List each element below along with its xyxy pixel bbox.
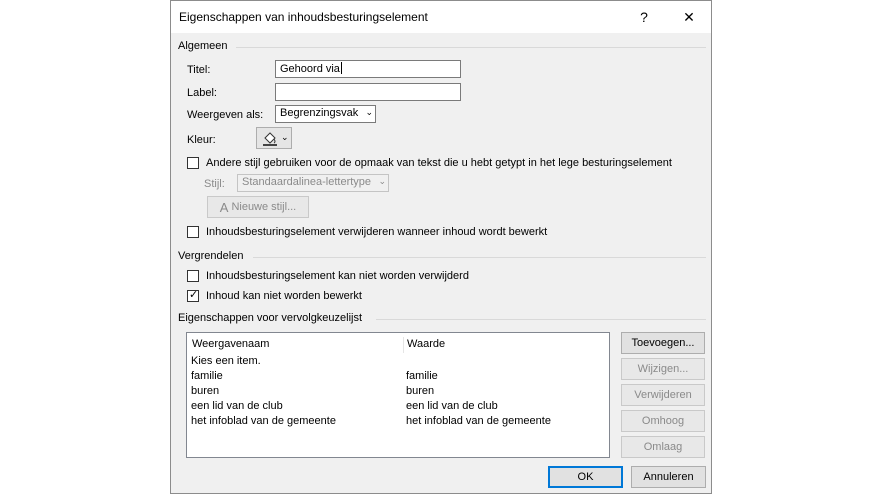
modify-button[interactable]: Wijzigen... [621, 358, 705, 380]
general-section-label: Algemeen [178, 40, 228, 52]
display-as-select[interactable]: Begrenzingsvak ⌄ [275, 105, 376, 123]
label-label: Label: [187, 87, 217, 99]
style-value: Standaardalinea-lettertype [242, 176, 372, 188]
checkmark-icon: ✓ [189, 289, 199, 301]
general-divider [236, 47, 706, 48]
cancel-button-label: Annuleren [643, 471, 694, 483]
move-down-button[interactable]: Omlaag [621, 436, 705, 458]
paint-bucket-icon [263, 132, 277, 146]
chevron-down-icon: ⌄ [378, 176, 386, 186]
text-caret [340, 62, 342, 74]
new-style-button[interactable]: A Nieuwe stijl... [207, 196, 309, 218]
display-as-value: Begrenzingsvak [280, 107, 359, 119]
cannot-edit-label: Inhoud kan niet worden bewerkt [206, 290, 362, 302]
remove-button[interactable]: Verwijderen [621, 384, 705, 406]
list-item[interactable]: familie familie [187, 370, 609, 385]
column-header-value[interactable]: Waarde [407, 338, 445, 350]
list-item[interactable]: het infoblad van de gemeente het infobla… [187, 415, 609, 430]
cannot-delete-checkbox[interactable] [187, 270, 199, 282]
chevron-down-icon: ⌄ [365, 107, 373, 117]
list-item-value: buren [406, 385, 435, 397]
list-item-display: buren [191, 385, 220, 397]
dropdown-items-list[interactable]: Weergavenaam Waarde Kies een item. famil… [186, 332, 610, 458]
move-down-button-label: Omlaag [643, 441, 683, 453]
remove-control-label: Inhoudsbesturingselement verwijderen wan… [206, 226, 548, 238]
ok-button[interactable]: OK [548, 466, 623, 488]
locking-divider [253, 257, 706, 258]
chevron-down-icon: ⌄ [281, 132, 289, 142]
column-header-display-name[interactable]: Weergavenaam [192, 338, 269, 350]
new-style-icon: A [219, 199, 229, 215]
cannot-edit-checkbox[interactable]: ✓ [187, 289, 199, 302]
content-control-properties-dialog: Eigenschappen van inhoudsbesturingseleme… [170, 0, 712, 494]
list-item[interactable]: Kies een item. [187, 355, 609, 370]
list-item-display: familie [191, 370, 223, 382]
use-style-checkbox[interactable] [187, 157, 199, 169]
list-item[interactable]: een lid van de club een lid van de club [187, 400, 609, 415]
title-label: Titel: [187, 64, 211, 76]
remove-control-checkbox[interactable] [187, 226, 199, 238]
new-style-label: Nieuwe stijl... [231, 201, 297, 213]
dialog-title: Eigenschappen van inhoudsbesturingseleme… [179, 10, 428, 24]
color-label: Kleur: [187, 134, 216, 146]
label-input[interactable] [275, 83, 461, 101]
dropdown-divider [376, 319, 706, 320]
color-picker-button[interactable]: ⌄ [256, 127, 292, 149]
cannot-delete-label: Inhoudsbesturingselement kan niet worden… [206, 270, 469, 282]
use-style-label: Andere stijl gebruiken voor de opmaak va… [206, 157, 672, 169]
help-icon: ? [640, 9, 648, 25]
list-item[interactable]: buren buren [187, 385, 609, 400]
list-item-display: een lid van de club [191, 400, 283, 412]
title-input[interactable]: Gehoord via [275, 60, 461, 78]
remove-button-label: Verwijderen [634, 389, 692, 401]
list-item-display: Kies een item. [191, 355, 261, 367]
move-up-button-label: Omhoog [641, 415, 685, 427]
column-separator [403, 337, 404, 353]
dropdown-section-label: Eigenschappen voor vervolgkeuzelijst [178, 312, 363, 324]
ok-button-label: OK [577, 471, 594, 483]
close-icon: ✕ [683, 8, 695, 25]
style-label: Stijl: [204, 178, 225, 190]
list-item-value: familie [406, 370, 438, 382]
cancel-button[interactable]: Annuleren [631, 466, 706, 488]
add-button[interactable]: Toevoegen... [621, 332, 705, 354]
add-button-label: Toevoegen... [631, 337, 695, 349]
title-bar: Eigenschappen van inhoudsbesturingseleme… [171, 1, 711, 33]
list-item-value: een lid van de club [406, 400, 498, 412]
locking-section-label: Vergrendelen [178, 250, 244, 262]
style-select[interactable]: Standaardalinea-lettertype ⌄ [237, 174, 389, 192]
title-input-value: Gehoord via [280, 63, 340, 75]
close-button[interactable]: ✕ [667, 1, 711, 33]
help-button[interactable]: ? [622, 1, 666, 33]
list-item-display: het infoblad van de gemeente [191, 415, 336, 427]
list-item-value: het infoblad van de gemeente [406, 415, 551, 427]
modify-button-label: Wijzigen... [637, 363, 689, 375]
move-up-button[interactable]: Omhoog [621, 410, 705, 432]
display-as-label: Weergeven als: [187, 109, 264, 121]
